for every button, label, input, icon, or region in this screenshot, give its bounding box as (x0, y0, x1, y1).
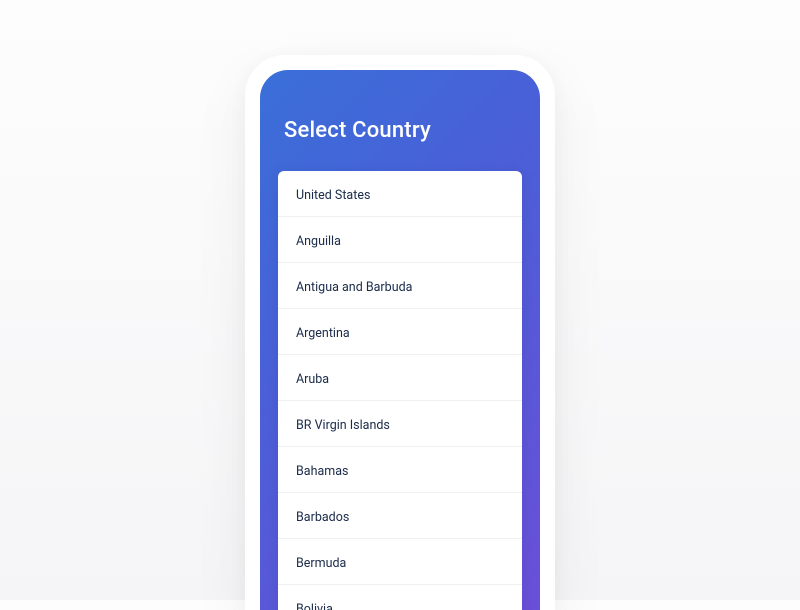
country-label: Argentina (296, 326, 350, 341)
country-label: Barbados (296, 510, 349, 525)
country-item-antigua[interactable]: Antigua and Barbuda (278, 263, 522, 309)
country-item-aruba[interactable]: Aruba (278, 355, 522, 401)
app-screen: Select Country United States Anguilla An… (260, 70, 540, 610)
country-item-br-virgin-islands[interactable]: BR Virgin Islands (278, 401, 522, 447)
country-item-united-states[interactable]: United States (278, 171, 522, 217)
country-item-bermuda[interactable]: Bermuda (278, 539, 522, 585)
country-label: Bahamas (296, 464, 348, 479)
country-item-argentina[interactable]: Argentina (278, 309, 522, 355)
country-item-bahamas[interactable]: Bahamas (278, 447, 522, 493)
country-item-anguilla[interactable]: Anguilla (278, 217, 522, 263)
phone-frame: Select Country United States Anguilla An… (245, 55, 555, 610)
country-label: Bermuda (296, 556, 346, 571)
country-list: United States Anguilla Antigua and Barbu… (278, 171, 522, 610)
country-label: Anguilla (296, 234, 341, 249)
country-label: Aruba (296, 372, 329, 387)
country-label: Antigua and Barbuda (296, 280, 412, 295)
page-title: Select Country (284, 118, 516, 143)
country-item-bolivia[interactable]: Bolivia (278, 585, 522, 610)
header: Select Country (260, 70, 540, 171)
country-label: United States (296, 188, 370, 203)
country-item-barbados[interactable]: Barbados (278, 493, 522, 539)
country-label: Bolivia (296, 602, 333, 610)
country-label: BR Virgin Islands (296, 418, 390, 433)
